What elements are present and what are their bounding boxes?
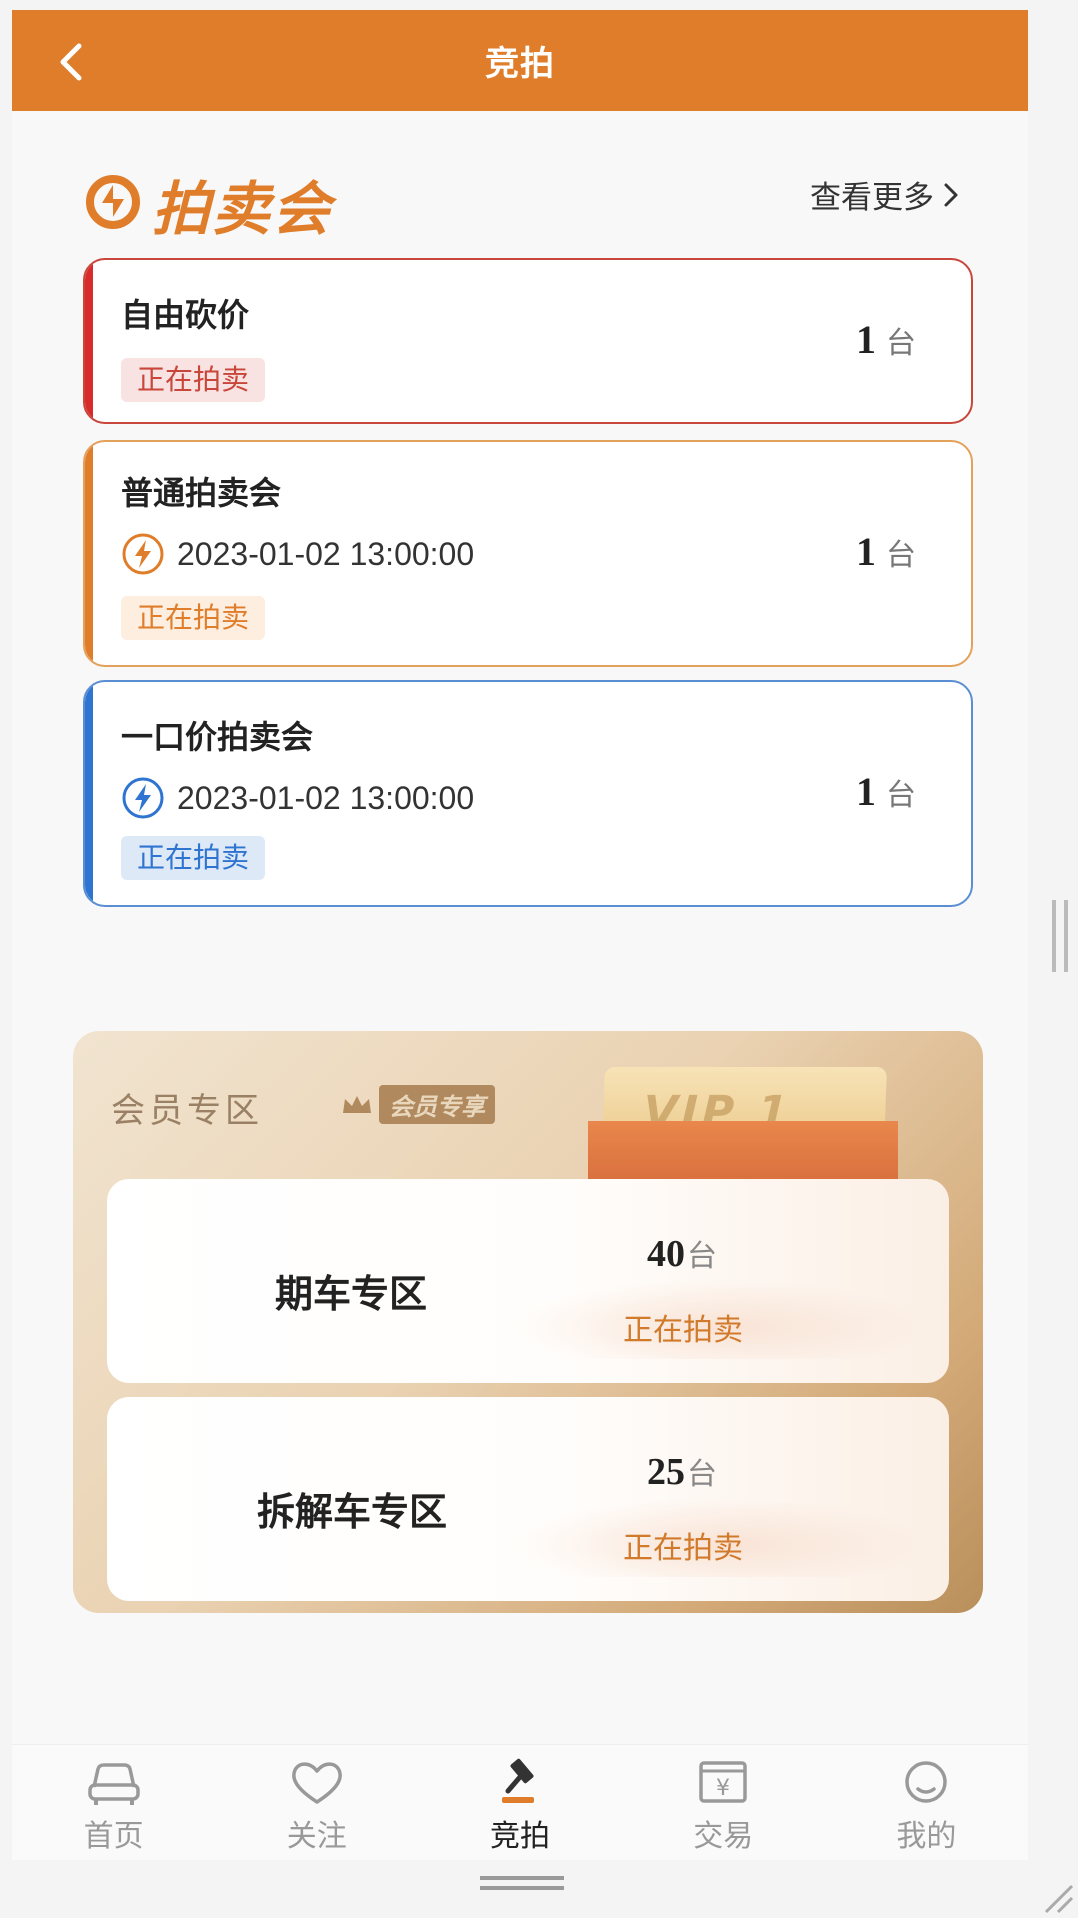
tab-profile[interactable]: 我的 — [825, 1745, 1028, 1860]
zone-count-unit: 台 — [687, 1239, 717, 1274]
bottom-tab-bar: 首页 关注 竞拍 ¥ 交易 我的 — [12, 1744, 1028, 1860]
count-number: 1 — [856, 769, 876, 814]
lightning-icon — [122, 777, 164, 819]
count-number: 1 — [856, 317, 876, 362]
lightning-icon — [122, 533, 164, 575]
crown-icon — [343, 1095, 371, 1113]
auction-logo-icon — [86, 175, 140, 229]
tab-trade[interactable]: ¥ 交易 — [622, 1745, 825, 1860]
tab-favorites[interactable]: 关注 — [215, 1745, 418, 1860]
heart-icon — [291, 1762, 342, 1804]
yen-wallet-icon: ¥ — [699, 1761, 747, 1803]
zone-name: 拆解车专区 — [257, 1490, 448, 1534]
count-unit: 台 — [886, 326, 916, 361]
back-button[interactable] — [44, 36, 96, 88]
auction-count: 1 台 — [856, 768, 916, 815]
zone-count-unit: 台 — [687, 1457, 717, 1492]
tab-label: 首页 — [83, 1819, 144, 1854]
profile-icon — [905, 1761, 948, 1803]
count-number: 1 — [856, 529, 876, 574]
gavel-icon — [502, 1758, 534, 1803]
member-zone: 会员专区 会员专享 VIP 1 期车专区 40 台 正在拍卖 拆解车专区 25 — [73, 1031, 983, 1613]
scroll-handle[interactable] — [1052, 900, 1068, 972]
auction-card-fixed-price[interactable]: 一口价拍卖会 2023-01-02 13:00:00 正在拍卖 1 台 — [83, 680, 973, 907]
auction-time: 2023-01-02 13:00:00 — [121, 532, 474, 576]
tab-label: 交易 — [693, 1819, 754, 1854]
status-badge: 正在拍卖 — [121, 836, 266, 880]
status-badge: 正在拍卖 — [121, 358, 266, 402]
see-more-link[interactable]: 查看更多 — [810, 172, 962, 217]
zone-count: 25 台 — [647, 1449, 717, 1494]
zone-count: 40 台 — [647, 1231, 717, 1276]
see-more-label: 查看更多 — [810, 180, 934, 216]
chevron-right-icon — [944, 183, 958, 206]
auction-card-free-bargain[interactable]: 自由砍价 正在拍卖 1 台 — [83, 258, 973, 424]
auction-time: 2023-01-02 13:00:00 — [121, 776, 474, 820]
chevron-left-icon — [60, 43, 82, 81]
auction-count: 1 台 — [856, 316, 916, 363]
tab-auction[interactable]: 竞拍 — [418, 1745, 621, 1860]
zone-card-dismantle[interactable]: 拆解车专区 25 台 正在拍卖 — [107, 1397, 949, 1601]
auction-logo: 拍卖会 — [82, 162, 332, 246]
auction-card-title: 一口价拍卖会 — [121, 718, 314, 756]
zone-count-number: 40 — [647, 1233, 685, 1275]
tab-label: 我的 — [896, 1819, 957, 1854]
top-nav-bar: 竞拍 — [12, 10, 1028, 111]
auction-card-title: 普通拍卖会 — [121, 474, 282, 512]
count-unit: 台 — [886, 778, 916, 813]
zone-status: 正在拍卖 — [623, 1313, 743, 1348]
auction-section-header: 拍卖会 查看更多 — [82, 162, 962, 243]
tab-home[interactable]: 首页 — [12, 1745, 215, 1860]
svg-text:¥: ¥ — [716, 1776, 730, 1801]
page-title: 竞拍 — [485, 44, 555, 84]
tab-label: 关注 — [286, 1819, 347, 1854]
member-exclusive-badge: 会员专享 — [341, 1085, 495, 1124]
status-badge: 正在拍卖 — [121, 596, 266, 640]
zone-name: 期车专区 — [275, 1272, 428, 1316]
app-screen: 竞拍 拍卖会 查看更多 自由砍价 正在拍卖 1 台 普通拍卖会 2023-01-… — [12, 10, 1028, 1860]
resize-grip-icon[interactable] — [1040, 1880, 1074, 1914]
zone-status: 正在拍卖 — [623, 1531, 743, 1566]
home-indicator[interactable] — [480, 1876, 564, 1890]
auction-count: 1 台 — [856, 528, 916, 575]
zone-card-futures[interactable]: 期车专区 40 台 正在拍卖 — [107, 1179, 949, 1383]
car-icon — [87, 1763, 140, 1805]
member-zone-title: 会员专区 — [111, 1091, 263, 1131]
auction-logo-text: 拍卖会 — [152, 175, 333, 243]
auction-time-text: 2023-01-02 13:00:00 — [177, 535, 475, 572]
tab-label: 竞拍 — [490, 1819, 550, 1854]
auction-card-regular[interactable]: 普通拍卖会 2023-01-02 13:00:00 正在拍卖 1 台 — [83, 440, 973, 667]
count-unit: 台 — [886, 538, 916, 573]
auction-card-title: 自由砍价 — [121, 296, 250, 334]
zone-count-number: 25 — [647, 1451, 685, 1493]
member-exclusive-label: 会员专享 — [379, 1085, 495, 1124]
auction-time-text: 2023-01-02 13:00:00 — [177, 779, 475, 816]
